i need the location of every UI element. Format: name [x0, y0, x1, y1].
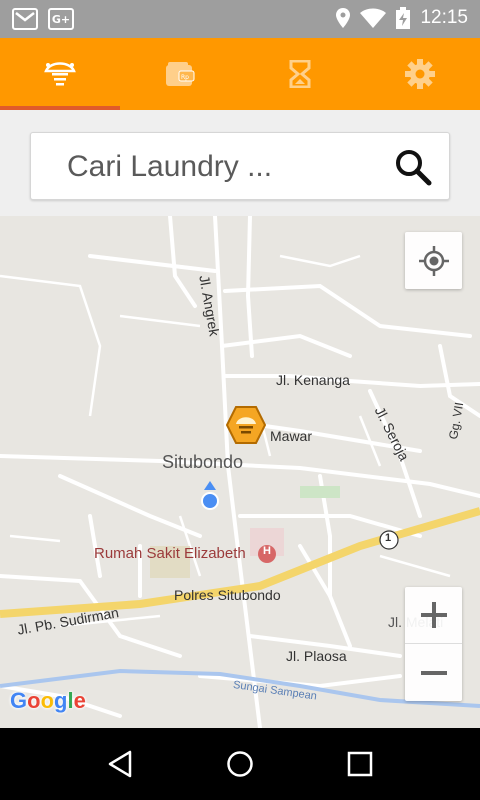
hospital-sign: H	[263, 545, 271, 557]
laundry-logo-icon	[44, 62, 76, 86]
search-box	[30, 132, 450, 200]
battery-charging-icon	[396, 7, 411, 29]
home-button[interactable]	[210, 734, 270, 794]
system-nav-bar	[0, 728, 480, 800]
wallet-icon: Rp	[166, 62, 195, 86]
map-label-hospital: Rumah Sakit Elizabeth	[94, 545, 246, 562]
laundry-marker-icon[interactable]	[226, 406, 266, 444]
google-plus-icon: G+	[48, 8, 74, 30]
search-area	[0, 110, 480, 216]
zoom-in-button[interactable]	[405, 587, 462, 644]
back-button[interactable]	[90, 734, 150, 794]
map-label-police: Polres Situbondo	[174, 587, 281, 603]
home-circle-icon	[227, 751, 253, 777]
hourglass-icon	[289, 60, 311, 88]
map-label-mawar: Mawar	[270, 428, 313, 444]
google-logo: Google	[10, 688, 86, 713]
svg-text:Rp: Rp	[181, 74, 189, 81]
crosshair-icon	[418, 245, 449, 276]
map-label-plaosa: Jl. Plaosa	[286, 648, 347, 664]
my-location-arrow	[204, 481, 216, 490]
location-icon	[336, 8, 351, 28]
minus-icon	[420, 670, 447, 675]
recents-button[interactable]	[330, 734, 390, 794]
zoom-controls	[405, 587, 462, 701]
tab-history[interactable]	[240, 38, 360, 110]
tab-settings[interactable]	[360, 38, 480, 110]
status-bar: G+ 12:15	[0, 0, 480, 38]
clock: 12:15	[420, 7, 468, 28]
wifi-icon	[360, 8, 387, 28]
map-view[interactable]: Jl. Angrek Jl. Kenanga Mawar Jl. Seroja …	[0, 216, 480, 728]
tab-laundry-home[interactable]	[0, 38, 120, 110]
search-button[interactable]	[391, 145, 435, 189]
map-label-city: Situbondo	[162, 452, 244, 472]
recents-square-icon	[347, 751, 373, 777]
search-icon	[396, 150, 432, 186]
my-location-button[interactable]	[405, 232, 462, 289]
gmail-icon	[12, 8, 38, 30]
route-shield: 1	[385, 532, 392, 544]
zoom-out-button[interactable]	[405, 644, 462, 701]
tab-wallet[interactable]: Rp	[120, 38, 240, 110]
my-location-dot	[201, 492, 219, 510]
gear-icon	[405, 59, 435, 89]
tab-bar: Rp	[0, 38, 480, 110]
plus-icon	[420, 602, 447, 628]
map-label-kenanga: Jl. Kenanga	[276, 372, 350, 388]
back-triangle-icon	[108, 750, 132, 778]
search-input[interactable]	[67, 145, 387, 189]
